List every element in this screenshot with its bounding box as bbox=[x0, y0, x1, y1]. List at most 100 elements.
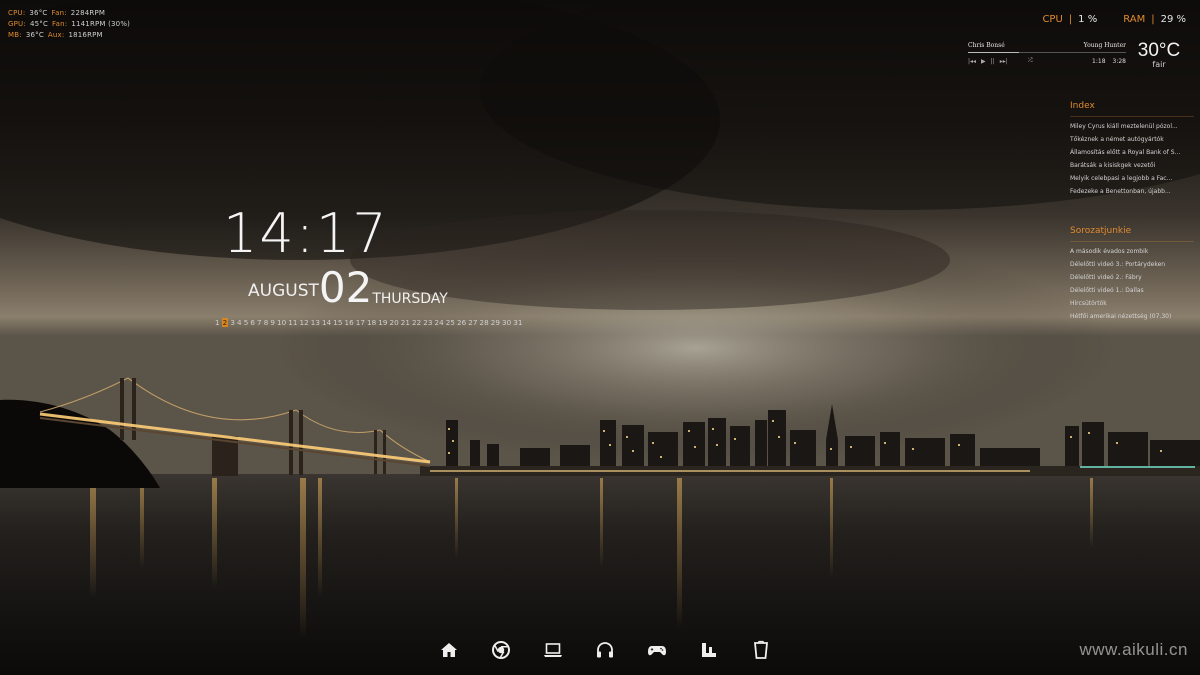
calendar-day[interactable]: 24 bbox=[435, 318, 444, 327]
calendar-day[interactable]: 9 bbox=[270, 318, 275, 327]
ram-value: 29 % bbox=[1160, 14, 1186, 25]
feed-item[interactable]: Miley Cyrus kiáll meztelenül pózol... bbox=[1070, 120, 1194, 133]
clock-time: 14:17 bbox=[223, 202, 389, 265]
track-elapsed: 1:18 bbox=[1092, 57, 1106, 65]
music-player: Chris Bonsé Young Hunter |◂◂ ▶ || ▸▸| ⤮ … bbox=[968, 42, 1126, 65]
play-icon[interactable]: ▶ bbox=[981, 58, 986, 65]
watermark-text: www.aikuli.cn bbox=[1079, 640, 1188, 659]
weather-temperature: 30°C bbox=[1137, 40, 1181, 61]
feed-item[interactable]: Fedezeke a Benettonban, újabb... bbox=[1070, 185, 1194, 198]
feed-item[interactable]: Hírcsütörtök bbox=[1070, 297, 1194, 310]
date-day: 02 bbox=[318, 263, 373, 312]
calendar-day[interactable]: 30 bbox=[502, 318, 511, 327]
calendar-day[interactable]: 26 bbox=[457, 318, 466, 327]
track-progress-fill bbox=[968, 52, 1019, 53]
hw-value: 36°C bbox=[29, 9, 48, 17]
hw-label: Fan: bbox=[52, 20, 68, 28]
calendar-day[interactable]: 22 bbox=[412, 318, 421, 327]
feed-item[interactable]: Délelőtti videó 3.: Portárydeken bbox=[1070, 258, 1194, 271]
hw-row-gpu: GPU: 45°C Fan: 1141RPM (30%) bbox=[8, 19, 130, 30]
gamepad-icon[interactable] bbox=[646, 640, 668, 660]
night-city-wallpaper bbox=[0, 0, 1200, 675]
hw-label: Aux: bbox=[47, 31, 65, 39]
rss-feed-sorozatjunkie: Sorozatjunkie A második évados zombik Dé… bbox=[1070, 226, 1194, 323]
feed-item[interactable]: Államosítás előtt a Royal Bank of S... bbox=[1070, 146, 1194, 159]
hw-label: GPU: bbox=[8, 20, 26, 28]
calendar-day[interactable]: 14 bbox=[322, 318, 331, 327]
month-day-strip: 1 2 3 4 5 6 7 8 9 10 11 12 13 14 15 16 17 18 19 20 21 22 23 24 2… bbox=[215, 318, 522, 327]
calendar-day[interactable]: 7 bbox=[257, 318, 262, 327]
calendar-day[interactable]: 2 bbox=[221, 318, 229, 327]
home-icon[interactable] bbox=[438, 640, 460, 660]
calendar-day[interactable]: 13 bbox=[311, 318, 320, 327]
hw-row-cpu: CPU: 36°C Fan: 2284RPM bbox=[8, 8, 130, 19]
hw-value: 2284RPM bbox=[70, 9, 106, 17]
app-dock bbox=[438, 640, 772, 660]
hw-value: 1141RPM (30%) bbox=[71, 20, 131, 28]
calendar-day[interactable]: 31 bbox=[513, 318, 522, 327]
shuffle-icon[interactable]: ⤮ bbox=[1028, 57, 1033, 65]
trash-icon[interactable] bbox=[750, 640, 772, 660]
next-icon[interactable]: ▸▸| bbox=[1000, 58, 1008, 65]
feed-item[interactable]: Melyik celebpasi a legjobb a Fac... bbox=[1070, 172, 1194, 185]
hw-row-mb: MB: 36°C Aux: 1816RPM bbox=[8, 30, 130, 41]
prev-icon[interactable]: |◂◂ bbox=[968, 58, 976, 65]
track-title: Young Hunter bbox=[1083, 42, 1126, 49]
calendar-day[interactable]: 16 bbox=[345, 318, 354, 327]
feed-item[interactable]: Délelőtti videó 2.: Fábry bbox=[1070, 271, 1194, 284]
track-progress-bar[interactable] bbox=[968, 52, 1126, 53]
calendar-day[interactable]: 11 bbox=[288, 318, 297, 327]
feed-item[interactable]: Hétfői amerikai nézettség (07.30) bbox=[1070, 310, 1194, 323]
calendar-day[interactable]: 25 bbox=[446, 318, 455, 327]
calendar-day[interactable]: 27 bbox=[468, 318, 477, 327]
calendar-day[interactable]: 23 bbox=[423, 318, 432, 327]
feed-item[interactable]: Barátsák a kisiskgek vezetői bbox=[1070, 159, 1194, 172]
calendar-day[interactable]: 17 bbox=[356, 318, 365, 327]
feed-item[interactable]: A második évados zombik bbox=[1070, 245, 1194, 258]
weather-widget: 30°C fair bbox=[1134, 40, 1184, 69]
calendar-day[interactable]: 20 bbox=[390, 318, 399, 327]
pause-icon[interactable]: || bbox=[991, 58, 995, 65]
calendar-day[interactable]: 19 bbox=[378, 318, 387, 327]
hw-label: Fan: bbox=[51, 9, 67, 17]
steam-icon[interactable] bbox=[698, 640, 720, 660]
hw-value: 36°C bbox=[25, 31, 44, 39]
separator: | bbox=[1151, 14, 1155, 25]
feed-item[interactable]: Tőkéznek a német autógyártók bbox=[1070, 133, 1194, 146]
feed-title[interactable]: Sorozatjunkie bbox=[1070, 226, 1194, 242]
rss-feed-index: Index Miley Cyrus kiáll meztelenül pózol… bbox=[1070, 101, 1194, 198]
calendar-day[interactable]: 3 bbox=[230, 318, 235, 327]
feed-title[interactable]: Index bbox=[1070, 101, 1194, 117]
hardware-monitor: CPU: 36°C Fan: 2284RPM GPU: 45°C Fan: 11… bbox=[8, 8, 130, 41]
calendar-day[interactable]: 10 bbox=[277, 318, 286, 327]
hw-label: CPU: bbox=[8, 9, 26, 17]
separator: | bbox=[1068, 14, 1073, 25]
calendar-day[interactable]: 29 bbox=[491, 318, 500, 327]
system-load: CPU | 1 % RAM | 29 % bbox=[1042, 14, 1186, 25]
date-weekday: THURSDAY bbox=[372, 291, 448, 307]
calendar-day[interactable]: 8 bbox=[264, 318, 269, 327]
hw-value: 1816RPM bbox=[68, 31, 103, 39]
calendar-day[interactable]: 18 bbox=[367, 318, 376, 327]
calendar-day[interactable]: 1 bbox=[215, 318, 220, 327]
cpu-label: CPU bbox=[1042, 14, 1063, 25]
date-display: AUGUST 02 THURSDAY bbox=[248, 266, 448, 310]
calendar-day[interactable]: 5 bbox=[244, 318, 249, 327]
calendar-day[interactable]: 6 bbox=[250, 318, 255, 327]
track-duration: 3:28 bbox=[1112, 57, 1126, 65]
hw-value: 45°C bbox=[29, 20, 49, 28]
calendar-day[interactable]: 12 bbox=[300, 318, 309, 327]
hw-label: MB: bbox=[8, 31, 22, 39]
track-artist: Chris Bonsé bbox=[968, 42, 1005, 49]
calendar-day[interactable]: 15 bbox=[333, 318, 342, 327]
date-month: AUGUST bbox=[248, 281, 319, 301]
calendar-day[interactable]: 21 bbox=[401, 318, 410, 327]
laptop-icon[interactable] bbox=[542, 640, 564, 660]
chrome-icon[interactable] bbox=[490, 640, 512, 660]
cpu-value: 1 % bbox=[1078, 14, 1098, 25]
clock-widget: 14:17 bbox=[223, 201, 389, 267]
headphones-icon[interactable] bbox=[594, 640, 616, 660]
feed-item[interactable]: Délelőtti videó 1.: Dallas bbox=[1070, 284, 1194, 297]
calendar-day[interactable]: 28 bbox=[480, 318, 489, 327]
calendar-day[interactable]: 4 bbox=[237, 318, 242, 327]
